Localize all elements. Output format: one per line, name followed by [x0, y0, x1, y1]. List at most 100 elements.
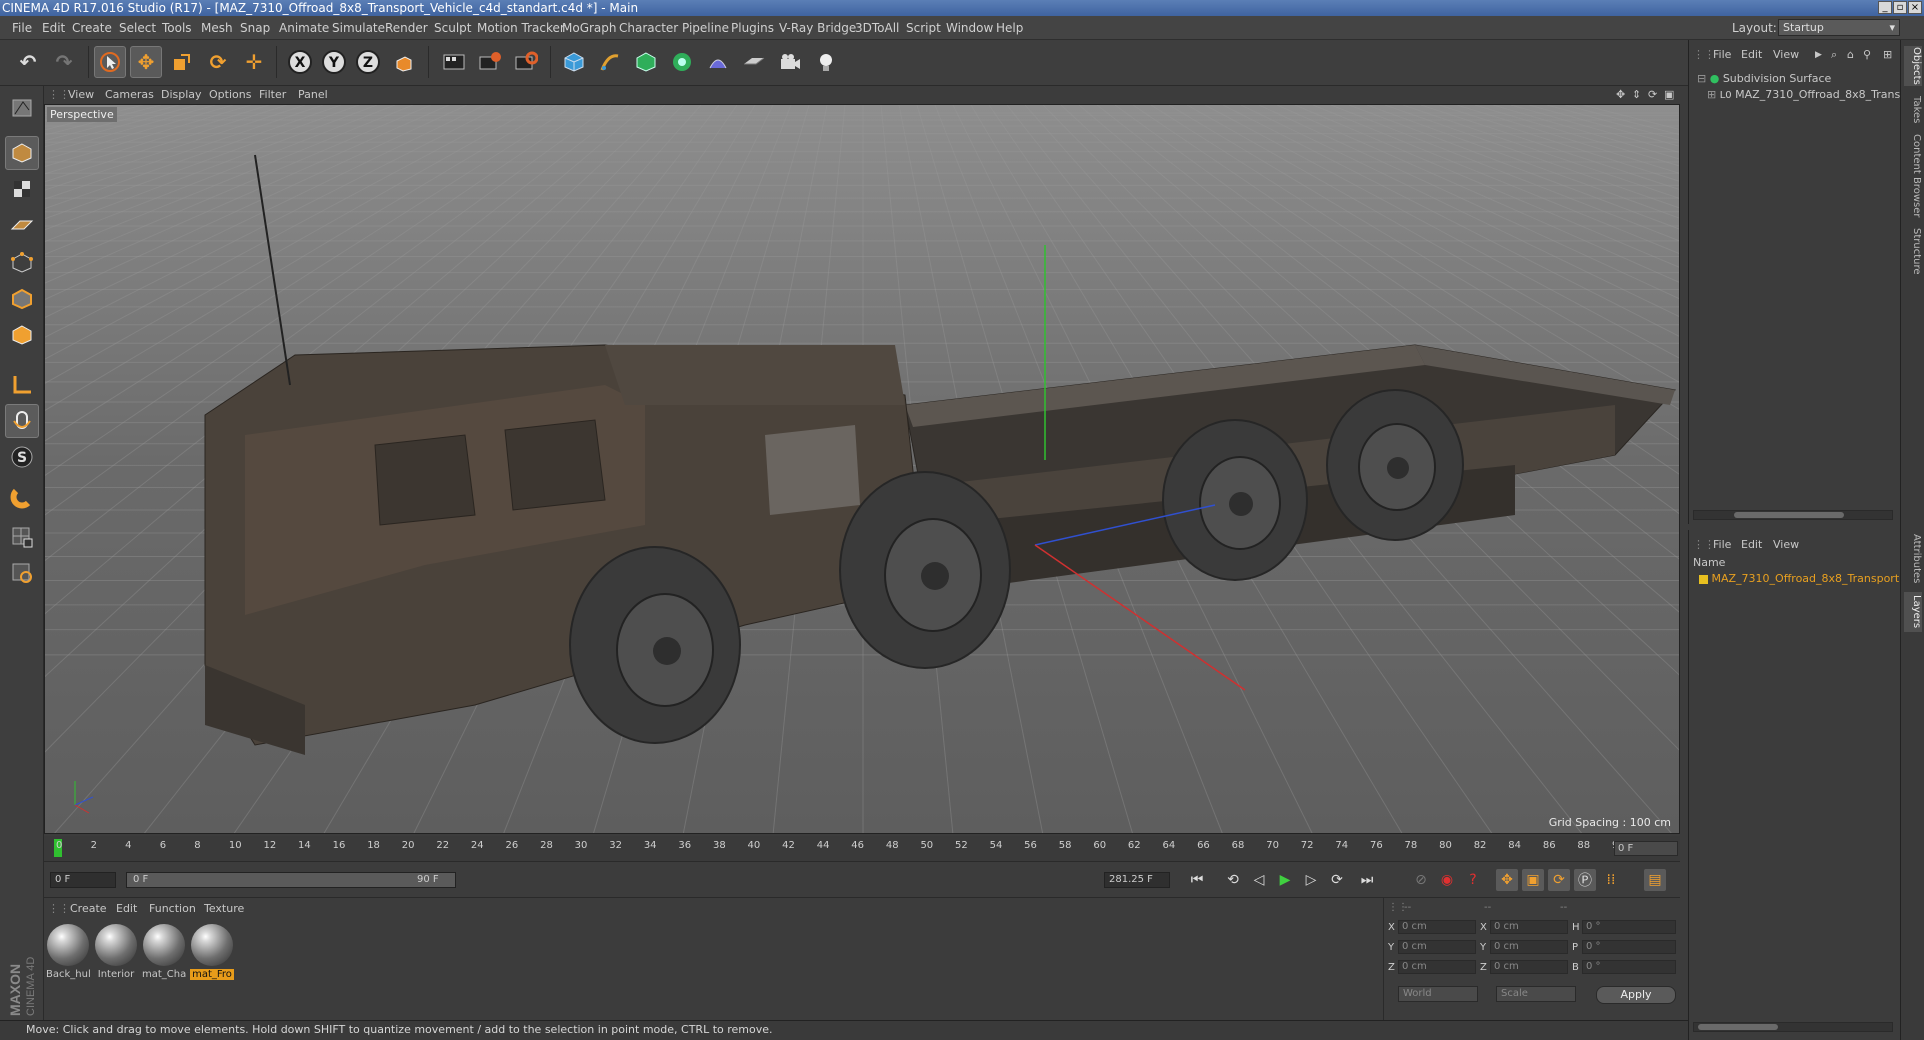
timeline-window-icon[interactable]: ▤	[1644, 869, 1666, 891]
record-parameter-icon[interactable]: Ⓟ	[1574, 869, 1596, 891]
new-window-icon[interactable]: ⊞	[1883, 48, 1892, 61]
menu-motion-tracker[interactable]: Motion Tracker	[477, 21, 565, 35]
scrollbar-thumb[interactable]	[1698, 1024, 1778, 1030]
object-menu-view[interactable]: View	[1773, 48, 1799, 61]
edges-mode-icon[interactable]	[5, 282, 39, 316]
apply-button[interactable]: Apply	[1596, 986, 1676, 1004]
close-button[interactable]: ×	[1908, 1, 1922, 14]
floor-object-icon[interactable]	[738, 46, 770, 78]
expand-icon[interactable]: ⊞	[1707, 88, 1716, 101]
menu-sculpt[interactable]: Sculpt	[434, 21, 471, 35]
layer-menu-view[interactable]: View	[1773, 538, 1799, 551]
redo-icon[interactable]: ↷	[48, 46, 80, 78]
cube-object-icon[interactable]	[558, 46, 590, 78]
tab-attributes[interactable]: Attributes	[1904, 532, 1922, 586]
magnet-icon[interactable]	[5, 480, 39, 514]
camera-object-icon[interactable]	[774, 46, 806, 78]
material-menu-edit[interactable]: Edit	[116, 902, 137, 915]
cloner-icon[interactable]	[666, 46, 698, 78]
lock-workplane-icon[interactable]	[5, 520, 39, 554]
viewport-menu-view[interactable]: View	[68, 88, 94, 101]
tab-objects[interactable]: Objects	[1904, 46, 1922, 86]
rotate-view-icon[interactable]: ⟳	[1648, 88, 1657, 101]
layer-row[interactable]: MAZ_7310_Offroad_8x8_Transport	[1699, 572, 1899, 585]
polygons-mode-icon[interactable]	[5, 318, 39, 352]
menu-animate[interactable]: Animate	[279, 21, 329, 35]
pos-y-field[interactable]: 0 cm	[1398, 940, 1476, 954]
layer-color-swatch[interactable]	[1699, 574, 1708, 584]
record-rotation-icon[interactable]: ⟳	[1548, 869, 1570, 891]
rotate-tool-icon[interactable]: ⟳	[202, 46, 234, 78]
keyframe-selection-icon[interactable]: ?	[1462, 869, 1484, 891]
menu-mesh[interactable]: Mesh	[201, 21, 233, 35]
size-x-field[interactable]: 0 cm	[1490, 920, 1568, 934]
horizontal-scrollbar[interactable]	[1693, 510, 1893, 520]
tab-layers[interactable]: Layers	[1904, 592, 1922, 632]
material-menu-function[interactable]: Function	[149, 902, 196, 915]
play-forward-icon[interactable]: ▶	[1274, 869, 1296, 891]
points-mode-icon[interactable]	[5, 246, 39, 280]
live-selection-icon[interactable]	[94, 46, 126, 78]
expand-arrow-icon[interactable]: ▶	[1815, 50, 1822, 60]
record-scale-icon[interactable]: ▣	[1522, 869, 1544, 891]
size-z-field[interactable]: 0 cm	[1490, 960, 1568, 974]
horizontal-scrollbar[interactable]	[1693, 1022, 1893, 1032]
menu-select[interactable]: Select	[119, 21, 156, 35]
frame-range-slider[interactable]: 0 F 90 F	[126, 872, 456, 888]
model-mode-icon[interactable]	[5, 136, 39, 170]
viewport-menu-display[interactable]: Display	[161, 88, 202, 101]
deformer-icon[interactable]	[702, 46, 734, 78]
material-swatch[interactable]: mat_Cha	[142, 924, 186, 984]
scrollbar-thumb[interactable]	[1734, 512, 1844, 518]
pos-z-field[interactable]: 0 cm	[1398, 960, 1476, 974]
tab-takes[interactable]: Takes	[1904, 92, 1922, 128]
search-icon[interactable]: ⌕	[1831, 48, 1837, 62]
minimize-button[interactable]: _	[1878, 1, 1892, 14]
previous-key-icon[interactable]: ⟲	[1222, 869, 1244, 891]
material-swatch[interactable]: Interior	[94, 924, 138, 984]
planar-workplane-icon[interactable]	[5, 556, 39, 590]
viewport-menu-options[interactable]: Options	[209, 88, 251, 101]
menu-render[interactable]: Render	[385, 21, 428, 35]
transform-tool-icon[interactable]: ✛	[238, 46, 270, 78]
next-key-icon[interactable]: ⟳	[1326, 869, 1348, 891]
viewport-menu-filter[interactable]: Filter	[259, 88, 286, 101]
render-view-icon[interactable]	[438, 46, 470, 78]
menu-edit[interactable]: Edit	[42, 21, 65, 35]
menu-create[interactable]: Create	[72, 21, 112, 35]
zoom-view-icon[interactable]: ⇕	[1632, 88, 1641, 101]
timeline-ruler[interactable]: 0 2 4 6 8 10 12 14 16 18 20 22 24 26 28 30 32 34 36 38 40 42 4…	[44, 836, 1680, 862]
make-editable-icon[interactable]	[5, 90, 39, 124]
z-axis-lock-icon[interactable]: Z	[352, 46, 384, 78]
next-frame-icon[interactable]: ▷	[1300, 869, 1322, 891]
menu-window[interactable]: Window	[946, 21, 993, 35]
autokeying-icon[interactable]: ◉	[1436, 869, 1458, 891]
menu-tools[interactable]: Tools	[162, 21, 192, 35]
menu-plugins[interactable]: Plugins	[731, 21, 774, 35]
go-to-end-icon[interactable]: ⏭	[1356, 869, 1378, 891]
home-icon[interactable]: ⌂	[1847, 48, 1854, 61]
tab-content-browser[interactable]: Content Browser	[1904, 134, 1922, 218]
scale-tool-icon[interactable]	[166, 46, 198, 78]
menu-3dtoall[interactable]: 3DToAll	[855, 21, 899, 35]
move-view-icon[interactable]: ✥	[1616, 88, 1625, 101]
layer-menu-file[interactable]: File	[1713, 538, 1731, 551]
move-tool-icon[interactable]: ✥	[130, 46, 162, 78]
undo-icon[interactable]: ↶	[12, 46, 44, 78]
pos-x-field[interactable]: 0 cm	[1398, 920, 1476, 934]
coordinate-system-icon[interactable]	[388, 46, 420, 78]
viewport-menu-panel[interactable]: Panel	[298, 88, 328, 101]
y-axis-lock-icon[interactable]: Y	[318, 46, 350, 78]
viewport-menu-cameras[interactable]: Cameras	[105, 88, 154, 101]
record-point-level-icon[interactable]: ⁞⁞	[1600, 869, 1622, 891]
rot-h-field[interactable]: 0 °	[1582, 920, 1676, 934]
material-swatch[interactable]: Back_hul	[46, 924, 90, 984]
viewport-camera-label[interactable]: Perspective	[47, 107, 117, 122]
end-frame-field[interactable]: 281.25 F	[1104, 872, 1170, 888]
render-picture-viewer-icon[interactable]	[474, 46, 506, 78]
previous-frame-icon[interactable]: ◁	[1248, 869, 1270, 891]
texture-mode-icon[interactable]	[5, 172, 39, 206]
menu-simulate[interactable]: Simulate	[332, 21, 385, 35]
solo-mode-icon[interactable]: S	[5, 440, 39, 474]
menu-snap[interactable]: Snap	[240, 21, 270, 35]
